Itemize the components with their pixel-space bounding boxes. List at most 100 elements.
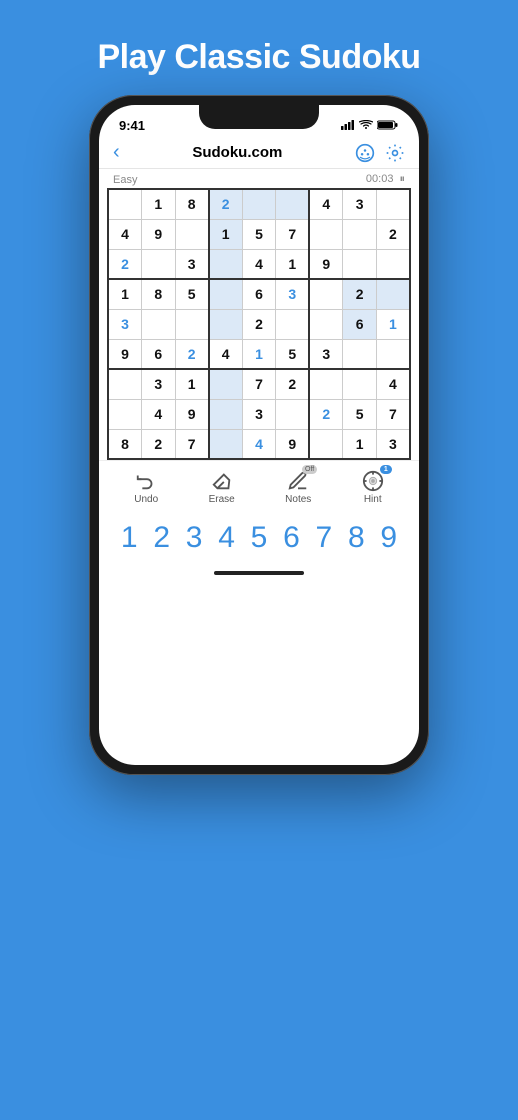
sudoku-cell[interactable] <box>175 309 209 339</box>
sudoku-cell[interactable] <box>209 429 243 459</box>
sudoku-cell[interactable]: 4 <box>242 429 276 459</box>
sudoku-cell[interactable]: 1 <box>276 249 310 279</box>
pause-icon[interactable]: ⏸ <box>400 173 406 185</box>
sudoku-cell[interactable]: 1 <box>175 369 209 399</box>
sudoku-cell[interactable]: 2 <box>343 279 377 309</box>
sudoku-cell[interactable]: 9 <box>175 399 209 429</box>
sudoku-cell[interactable]: 3 <box>142 369 176 399</box>
sudoku-cell[interactable]: 3 <box>276 279 310 309</box>
sudoku-cell[interactable]: 5 <box>343 399 377 429</box>
sudoku-cell[interactable]: 6 <box>142 339 176 369</box>
number-pad-digit[interactable]: 4 <box>218 521 235 555</box>
sudoku-cell[interactable]: 4 <box>242 249 276 279</box>
hint-button[interactable]: 1 Hint <box>362 469 384 505</box>
number-pad-digit[interactable]: 5 <box>251 521 268 555</box>
sudoku-cell[interactable]: 1 <box>142 189 176 219</box>
sudoku-cell[interactable]: 7 <box>175 429 209 459</box>
sudoku-cell[interactable]: 8 <box>108 429 142 459</box>
sudoku-cell[interactable]: 3 <box>175 249 209 279</box>
sudoku-cell[interactable] <box>376 339 410 369</box>
number-pad-digit[interactable]: 7 <box>316 521 333 555</box>
sudoku-cell[interactable]: 3 <box>376 429 410 459</box>
sudoku-cell[interactable]: 5 <box>276 339 310 369</box>
sudoku-cell[interactable]: 7 <box>276 219 310 249</box>
sudoku-cell[interactable] <box>376 249 410 279</box>
sudoku-cell[interactable] <box>309 219 343 249</box>
sudoku-cell[interactable]: 6 <box>343 309 377 339</box>
sudoku-cell[interactable]: 2 <box>108 249 142 279</box>
sudoku-cell[interactable] <box>108 399 142 429</box>
sudoku-cell[interactable]: 2 <box>209 189 243 219</box>
back-button[interactable]: ‹ <box>113 141 120 164</box>
sudoku-cell[interactable]: 1 <box>376 309 410 339</box>
sudoku-cell[interactable]: 2 <box>309 399 343 429</box>
sudoku-cell[interactable]: 9 <box>309 249 343 279</box>
number-pad-digit[interactable]: 6 <box>283 521 300 555</box>
sudoku-cell[interactable]: 9 <box>108 339 142 369</box>
sudoku-cell[interactable] <box>209 399 243 429</box>
sudoku-cell[interactable] <box>376 279 410 309</box>
sudoku-cell[interactable] <box>343 219 377 249</box>
sudoku-cell[interactable] <box>209 309 243 339</box>
sudoku-cell[interactable]: 3 <box>343 189 377 219</box>
sudoku-cell[interactable] <box>175 219 209 249</box>
sudoku-cell[interactable]: 1 <box>108 279 142 309</box>
sudoku-cell[interactable]: 3 <box>108 309 142 339</box>
sudoku-cell[interactable]: 1 <box>209 219 243 249</box>
sudoku-grid[interactable]: 1824349157223419185632326196241533172449… <box>107 188 411 460</box>
sudoku-cell[interactable] <box>108 189 142 219</box>
sudoku-cell[interactable]: 1 <box>242 339 276 369</box>
sudoku-cell[interactable]: 4 <box>309 189 343 219</box>
sudoku-cell[interactable] <box>276 399 310 429</box>
sudoku-cell[interactable] <box>309 309 343 339</box>
sudoku-cell[interactable] <box>242 189 276 219</box>
sudoku-cell[interactable] <box>209 369 243 399</box>
sudoku-cell[interactable] <box>309 369 343 399</box>
notes-button[interactable]: Off Notes <box>285 469 311 505</box>
sudoku-cell[interactable] <box>276 189 310 219</box>
undo-button[interactable]: Undo <box>134 469 158 505</box>
sudoku-cell[interactable]: 4 <box>209 339 243 369</box>
sudoku-cell[interactable]: 9 <box>276 429 310 459</box>
sudoku-cell[interactable]: 6 <box>242 279 276 309</box>
sudoku-cell[interactable] <box>209 279 243 309</box>
sudoku-cell[interactable]: 4 <box>142 399 176 429</box>
palette-icon[interactable] <box>355 143 375 163</box>
sudoku-cell[interactable]: 4 <box>108 219 142 249</box>
settings-icon[interactable] <box>385 143 405 163</box>
sudoku-cell[interactable] <box>142 309 176 339</box>
number-pad-digit[interactable]: 2 <box>153 521 170 555</box>
sudoku-cell[interactable] <box>343 339 377 369</box>
erase-button[interactable]: Erase <box>209 469 235 505</box>
sudoku-cell[interactable]: 7 <box>376 399 410 429</box>
sudoku-cell[interactable] <box>276 309 310 339</box>
sudoku-cell[interactable]: 7 <box>242 369 276 399</box>
sudoku-cell[interactable] <box>209 249 243 279</box>
sudoku-cell[interactable]: 2 <box>175 339 209 369</box>
sudoku-cell[interactable]: 9 <box>142 219 176 249</box>
sudoku-cell[interactable] <box>142 249 176 279</box>
sudoku-cell[interactable]: 8 <box>175 189 209 219</box>
sudoku-cell[interactable]: 2 <box>276 369 310 399</box>
number-pad-digit[interactable]: 8 <box>348 521 365 555</box>
sudoku-cell[interactable]: 1 <box>343 429 377 459</box>
sudoku-cell[interactable]: 4 <box>376 369 410 399</box>
number-pad-digit[interactable]: 3 <box>186 521 203 555</box>
sudoku-cell[interactable]: 3 <box>309 339 343 369</box>
sudoku-cell[interactable]: 2 <box>142 429 176 459</box>
sudoku-cell[interactable]: 8 <box>142 279 176 309</box>
sudoku-cell[interactable] <box>108 369 142 399</box>
sudoku-cell[interactable]: 5 <box>175 279 209 309</box>
sudoku-cell[interactable] <box>343 249 377 279</box>
number-pad-digit[interactable]: 1 <box>121 521 138 555</box>
sudoku-cell[interactable] <box>376 189 410 219</box>
sudoku-cell[interactable] <box>309 429 343 459</box>
sudoku-cell[interactable] <box>309 279 343 309</box>
number-pad-digit[interactable]: 9 <box>380 521 397 555</box>
nav-icons <box>355 143 405 163</box>
sudoku-cell[interactable]: 2 <box>242 309 276 339</box>
sudoku-cell[interactable]: 3 <box>242 399 276 429</box>
sudoku-cell[interactable]: 5 <box>242 219 276 249</box>
sudoku-cell[interactable] <box>343 369 377 399</box>
sudoku-cell[interactable]: 2 <box>376 219 410 249</box>
